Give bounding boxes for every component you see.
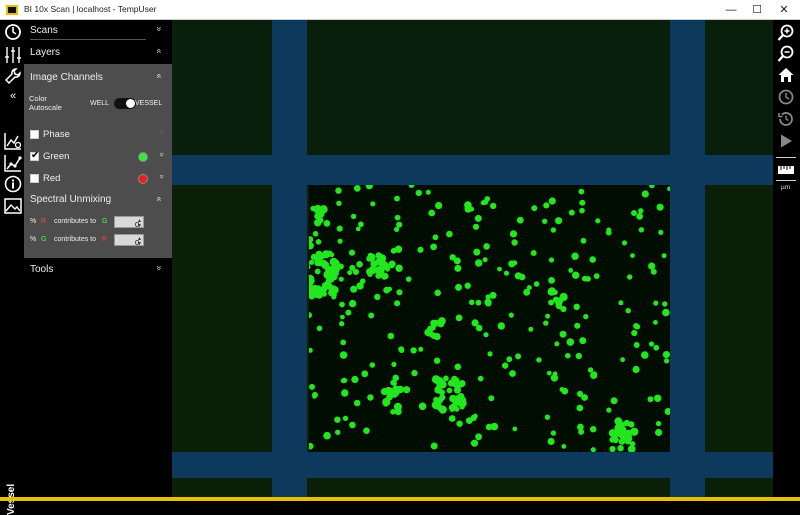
channel-row-phase: Phase » bbox=[30, 127, 168, 143]
chevron-up-icon[interactable]: « bbox=[154, 196, 164, 201]
channel-label: Phase bbox=[43, 129, 70, 140]
contributes-label: contributes to bbox=[54, 236, 96, 243]
channel-row-red: Red » bbox=[30, 171, 168, 187]
title-bar: BI 10x Scan | localhost - TempUser — ☐ ✕ bbox=[0, 0, 800, 20]
zoom-in-icon[interactable] bbox=[777, 24, 795, 42]
section-layers-label: Layers bbox=[30, 47, 60, 58]
history-icon[interactable] bbox=[777, 110, 795, 128]
zoom-out-icon[interactable] bbox=[777, 45, 795, 63]
section-layers[interactable]: Layers « bbox=[26, 42, 172, 64]
clock-icon[interactable] bbox=[3, 22, 23, 42]
chevron-down-icon[interactable]: » bbox=[157, 174, 166, 178]
section-scans-label: Scans bbox=[30, 25, 58, 36]
unmix-row-r-to-g: % R contributes to G 0 ▲▼ bbox=[30, 216, 170, 230]
chevron-down-icon[interactable]: » bbox=[154, 265, 164, 270]
window-border-accent bbox=[0, 497, 800, 501]
scan-image-tile[interactable] bbox=[309, 185, 670, 452]
maximize-button[interactable]: ☐ bbox=[744, 0, 770, 20]
spinner-arrows-icon[interactable]: ▲▼ bbox=[137, 237, 142, 247]
source-channel-label: G bbox=[41, 236, 46, 243]
image-channels-panel: Image Channels « Color Autoscale WELL VE… bbox=[24, 64, 172, 258]
app-window: BI 10x Scan | localhost - TempUser — ☐ ✕… bbox=[0, 0, 800, 501]
section-scans[interactable]: Scans » bbox=[26, 20, 172, 42]
green-color-swatch[interactable] bbox=[138, 152, 148, 162]
autoscale-toggle[interactable] bbox=[114, 98, 136, 109]
divider bbox=[776, 157, 796, 158]
source-channel-label: R bbox=[41, 218, 46, 225]
divider bbox=[776, 180, 796, 181]
wrench-icon[interactable] bbox=[3, 66, 23, 86]
section-tools-label: Tools bbox=[30, 264, 53, 275]
ruler-icon[interactable] bbox=[777, 161, 795, 179]
chevron-up-icon[interactable]: « bbox=[154, 73, 164, 78]
image-channels-title[interactable]: Image Channels bbox=[30, 72, 103, 83]
red-color-swatch[interactable] bbox=[138, 174, 148, 184]
checkmark-icon: ✔ bbox=[31, 150, 39, 162]
collapse-left-icon[interactable]: « bbox=[3, 90, 23, 110]
left-toolbar: « Vessel bbox=[0, 20, 26, 501]
toggle-vessel-label: VESSEL bbox=[135, 100, 162, 107]
grid-band-vertical bbox=[272, 20, 307, 501]
phase-checkbox[interactable] bbox=[30, 130, 39, 139]
target-channel-label: G bbox=[102, 218, 107, 225]
color-autoscale-label: Color Autoscale bbox=[29, 94, 79, 112]
target-channel-label: R bbox=[102, 236, 107, 243]
grid-band-horizontal bbox=[172, 155, 773, 185]
green-cells-image bbox=[309, 185, 670, 452]
info-icon[interactable] bbox=[3, 174, 23, 194]
percent-label: % bbox=[30, 236, 36, 243]
spinner-arrows-icon[interactable]: ▲▼ bbox=[137, 219, 142, 229]
window-title: BI 10x Scan | localhost - TempUser bbox=[24, 4, 156, 14]
close-button[interactable]: ✕ bbox=[771, 0, 797, 20]
green-checkbox[interactable]: ✔ bbox=[30, 152, 39, 161]
unmix-row-g-to-r: % G contributes to R 0 ▲▼ bbox=[30, 234, 170, 248]
refresh-icon[interactable] bbox=[777, 88, 795, 106]
toggle-well-label: WELL bbox=[90, 100, 109, 107]
percent-label: % bbox=[30, 218, 36, 225]
graph-settings-icon[interactable] bbox=[3, 131, 23, 151]
home-icon[interactable] bbox=[777, 66, 795, 84]
scale-unit-label: µm bbox=[781, 184, 790, 191]
scatter-graph-icon[interactable] bbox=[3, 153, 23, 173]
chevron-down-icon[interactable]: » bbox=[157, 130, 166, 134]
spectral-unmixing-title[interactable]: Spectral Unmixing bbox=[30, 194, 111, 205]
chevron-down-icon[interactable]: » bbox=[154, 26, 164, 31]
minimize-button[interactable]: — bbox=[718, 0, 744, 20]
grid-band-vertical bbox=[670, 20, 705, 501]
image-viewport[interactable] bbox=[172, 20, 773, 501]
section-tools[interactable]: Tools » bbox=[26, 259, 172, 281]
app-logo-icon bbox=[6, 5, 18, 15]
unmix-g-to-r-input[interactable]: 0 ▲▼ bbox=[114, 234, 144, 246]
contributes-label: contributes to bbox=[54, 218, 96, 225]
grid-band-horizontal bbox=[172, 452, 773, 478]
sliders-icon[interactable] bbox=[3, 45, 23, 65]
image-icon[interactable] bbox=[3, 196, 23, 216]
channel-label: Red bbox=[43, 173, 60, 184]
play-icon[interactable] bbox=[777, 132, 795, 150]
chevron-down-icon[interactable]: » bbox=[157, 152, 166, 156]
right-toolbar: µm bbox=[773, 20, 800, 501]
unmix-r-to-g-input[interactable]: 0 ▲▼ bbox=[114, 216, 144, 228]
vessel-vertical-label: Vessel bbox=[4, 475, 20, 515]
channel-label: Green bbox=[43, 151, 69, 162]
channel-row-green: ✔ Green » bbox=[30, 149, 168, 165]
chevron-up-icon[interactable]: « bbox=[154, 48, 164, 53]
divider bbox=[30, 39, 146, 40]
toggle-knob bbox=[126, 99, 135, 108]
red-checkbox[interactable] bbox=[30, 174, 39, 183]
